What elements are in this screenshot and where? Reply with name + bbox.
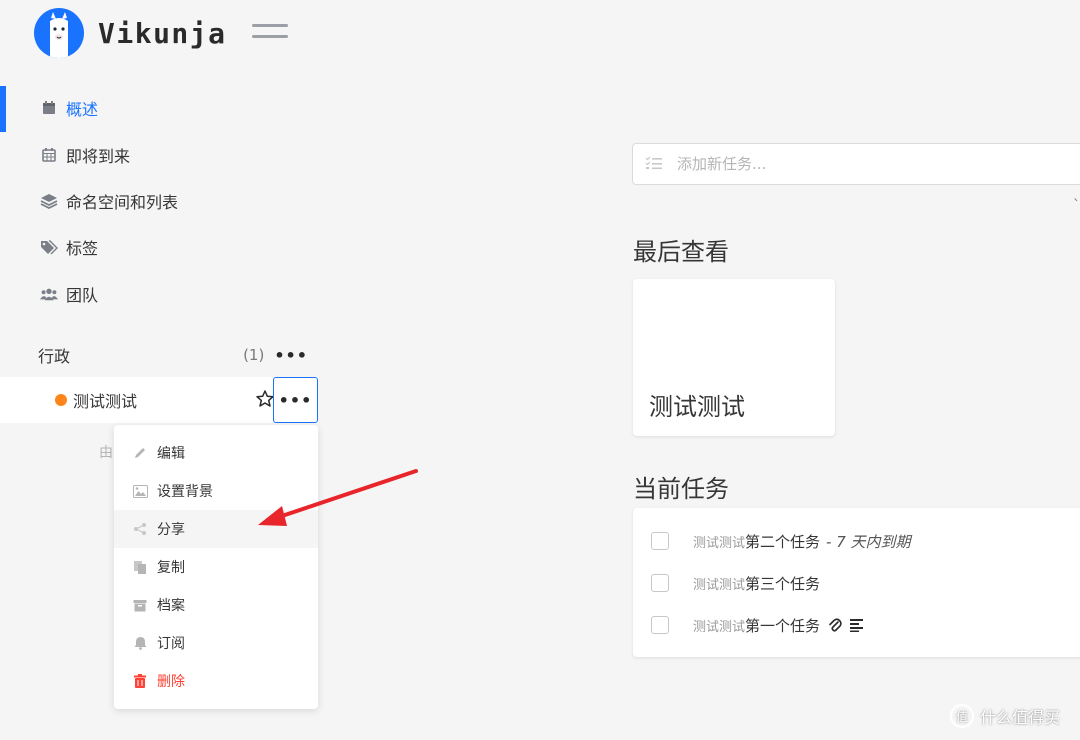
sidebar-item-namespaces[interactable]: 命名空间和列表: [0, 179, 320, 223]
image-icon: [132, 483, 148, 499]
watermark-logo-icon: 值: [950, 704, 974, 728]
task-checkbox[interactable]: [651, 532, 669, 550]
sidebar-item-label: 命名空间和列表: [66, 193, 179, 212]
list-options-dropdown: 编辑 设置背景 分享 复制 档案 订阅 删除: [114, 425, 318, 709]
copy-icon: [132, 559, 148, 575]
task-list-icon: [645, 155, 663, 174]
task-title: 第二个任务: [745, 532, 821, 551]
dropdown-item-label: 删除: [157, 674, 185, 690]
dropdown-item-label: 设置背景: [157, 484, 213, 500]
users-icon: [40, 285, 58, 303]
dropdown-item-label: 订阅: [157, 636, 185, 652]
dropdown-item-share[interactable]: 分享: [114, 510, 318, 548]
bell-icon: [132, 635, 148, 651]
task-list-name: 测试测试: [693, 619, 746, 635]
hamburger-line: [252, 24, 288, 27]
hamburger-line: [252, 35, 288, 38]
dropdown-item-delete[interactable]: 删除: [114, 662, 318, 700]
layers-icon: [40, 192, 58, 210]
dropdown-item-label: 编辑: [157, 446, 185, 462]
watermark: 值 什么值得买: [950, 704, 1060, 728]
star-icon[interactable]: [255, 389, 275, 409]
add-task-input[interactable]: [677, 155, 1037, 173]
faint-text: 由: [99, 445, 113, 461]
calendar-grid-icon: [40, 146, 58, 164]
add-task-bar[interactable]: [632, 143, 1080, 185]
namespace-title: 行政: [38, 347, 71, 366]
namespace-count: (1): [243, 346, 265, 364]
task-list-name: 测试测试: [693, 577, 746, 593]
task-list: 测试测试 第二个任务 - 7 天内到期 测试测试 第三个任务 测试测试 第一个任…: [633, 508, 1080, 657]
app-name: Vikunja: [98, 16, 227, 50]
task-checkbox[interactable]: [651, 574, 669, 592]
sidebar-item-label: 概述: [66, 100, 99, 119]
task-row[interactable]: 测试测试 第一个任务: [633, 604, 1080, 646]
share-icon: [132, 521, 148, 537]
task-checkbox[interactable]: [651, 616, 669, 634]
trash-icon: [132, 673, 148, 689]
last-viewed-heading: 最后查看: [633, 238, 729, 266]
sidebar-item-teams[interactable]: 团队: [0, 272, 320, 316]
calendar-icon: [40, 99, 58, 117]
list-card[interactable]: 测试测试: [633, 279, 835, 436]
dropdown-item-archive[interactable]: 档案: [114, 586, 318, 624]
current-tasks-heading: 当前任务: [633, 475, 729, 503]
task-title: 第三个任务: [745, 574, 821, 593]
dropdown-item-label: 档案: [157, 598, 185, 614]
dropdown-item-label: 复制: [157, 560, 185, 576]
list-color-dot: [55, 394, 67, 406]
task-title: 第一个任务: [745, 616, 821, 635]
sidebar-item-label: 标签: [66, 239, 99, 258]
task-row[interactable]: 测试测试 第三个任务: [633, 562, 1080, 604]
task-list-name: 测试测试: [693, 535, 746, 551]
llama-logo-icon: [34, 8, 84, 58]
dropdown-item-duplicate[interactable]: 复制: [114, 548, 318, 586]
sidebar-item-labels[interactable]: 标签: [0, 225, 320, 269]
edge-mark: `: [1073, 198, 1080, 214]
task-row[interactable]: 测试测试 第二个任务 - 7 天内到期: [633, 520, 1080, 562]
watermark-text: 什么值得买: [980, 708, 1061, 727]
sidebar-list-item[interactable]: 测试测试 •••: [0, 377, 318, 423]
task-due-date: - 7 天内到期: [826, 532, 911, 551]
list-card-title: 测试测试: [649, 393, 745, 421]
archive-icon: [132, 597, 148, 613]
namespace-header[interactable]: 行政 (1) •••: [38, 340, 308, 370]
app-logo[interactable]: Vikunja: [34, 8, 227, 58]
pencil-icon: [132, 445, 148, 461]
dropdown-item-label: 分享: [157, 522, 185, 538]
sidebar-item-upcoming[interactable]: 即将到来: [0, 133, 320, 177]
namespace-more-button[interactable]: •••: [274, 346, 308, 365]
dropdown-item-set-background[interactable]: 设置背景: [114, 472, 318, 510]
sidebar-item-label: 即将到来: [66, 147, 131, 166]
sidebar-item-overview[interactable]: 概述: [0, 86, 320, 132]
menu-toggle-button[interactable]: [252, 24, 288, 42]
dropdown-item-edit[interactable]: 编辑: [114, 434, 318, 472]
list-more-button[interactable]: •••: [273, 377, 318, 423]
sidebar-item-label: 团队: [66, 286, 99, 305]
description-icon: [850, 618, 865, 632]
more-dots-icon: •••: [278, 390, 313, 410]
paperclip-icon: [828, 617, 842, 633]
list-title: 测试测试: [73, 392, 138, 411]
dropdown-item-subscribe[interactable]: 订阅: [114, 624, 318, 662]
tags-icon: [40, 238, 58, 256]
